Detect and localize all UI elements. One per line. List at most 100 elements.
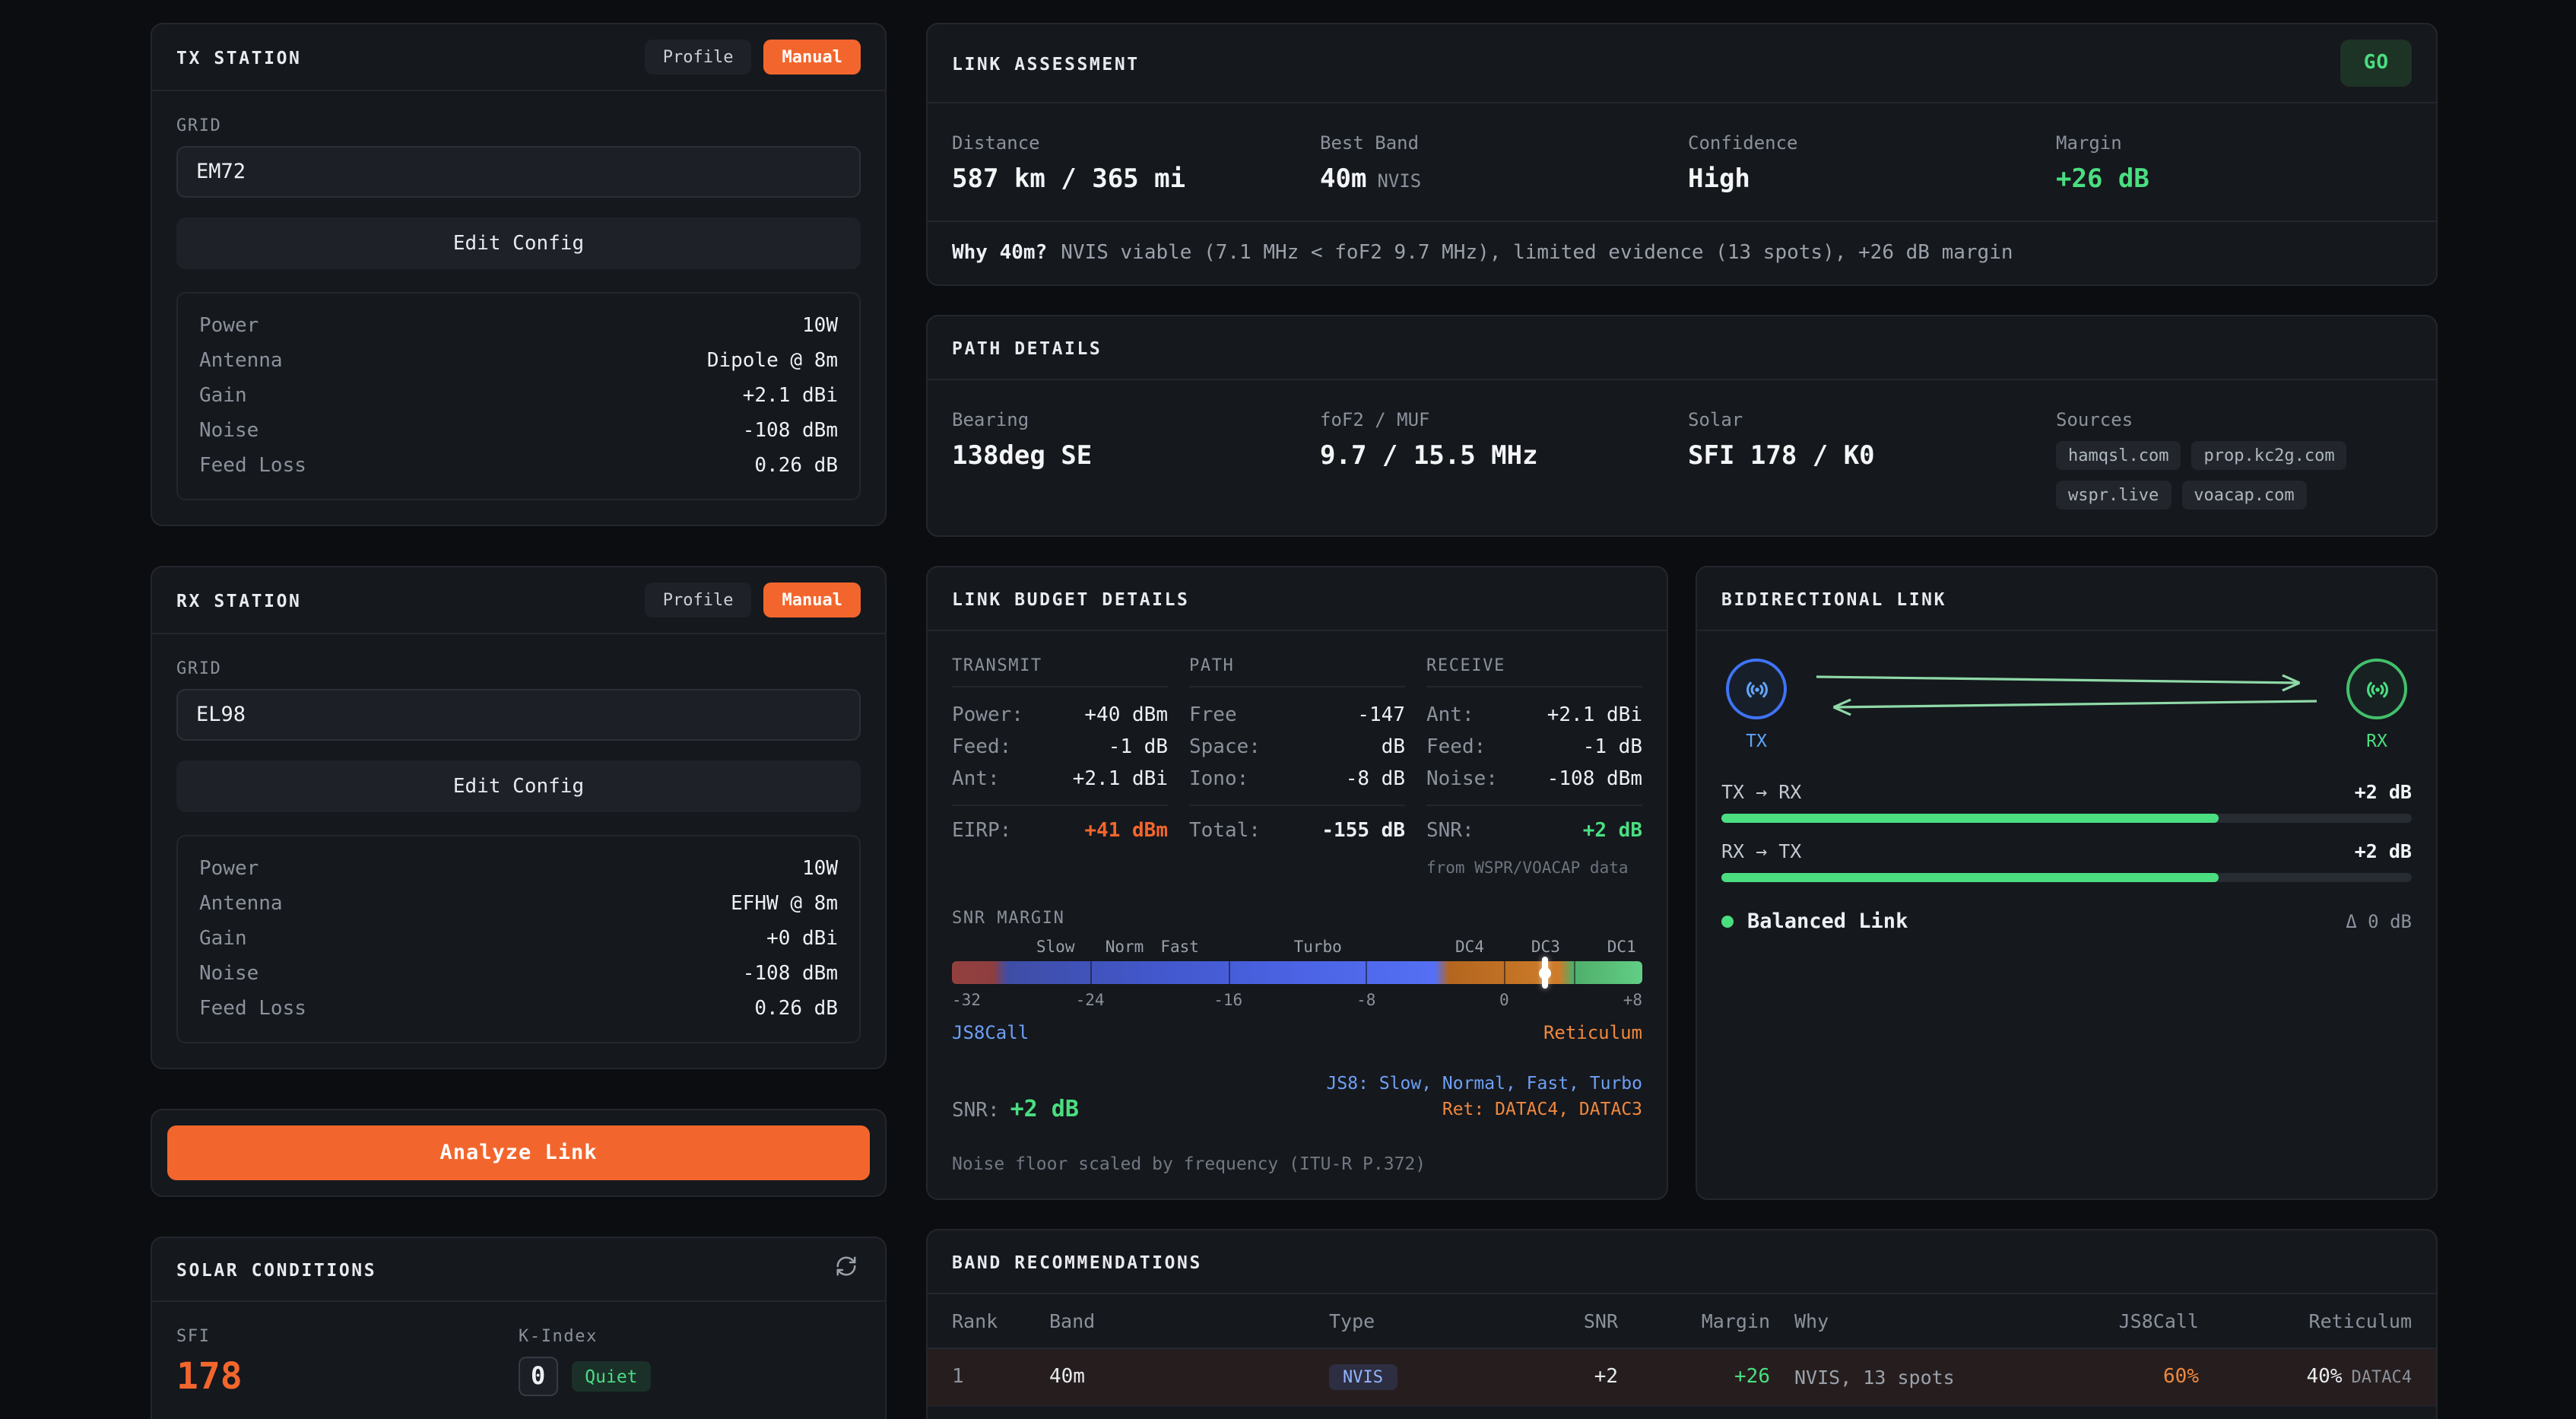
tx-node: TX <box>1721 659 1791 751</box>
snr-margin-section: SNR MARGIN Slow Norm Fast Turbo DC4 DC3 … <box>952 908 1642 1043</box>
band-recommendations-title: BAND RECOMMENDATIONS <box>952 1251 1202 1272</box>
spec-value: 0.26 dB <box>754 992 838 1027</box>
snr-marker[interactable] <box>1543 957 1549 989</box>
nvis-badge: NVIS <box>1329 1364 1397 1390</box>
rx-spec-list: Power 10W Antenna EFHW @ 8m Gain +0 dBi … <box>176 835 861 1043</box>
mode-label: Turbo <box>1294 938 1342 957</box>
tx-radio-icon <box>1726 659 1787 719</box>
snr-tick <box>1090 961 1092 984</box>
budget-row: Noise:-108 dBm <box>1426 763 1642 795</box>
mode-label: Norm <box>1106 938 1144 957</box>
source-badge: voacap.com <box>2181 481 2306 510</box>
k-index-value: 0 <box>519 1357 557 1396</box>
cell-reticulum: 40%DATAC4 <box>2199 1366 2412 1389</box>
mode-availability: JS8: Slow, Normal, Fast, Turbo Ret: DATA… <box>1327 1071 1642 1122</box>
budget-label: Free Space: <box>1189 700 1312 763</box>
go-button[interactable]: GO <box>2341 40 2412 87</box>
tx-manual-button[interactable]: Manual <box>764 40 861 75</box>
band-row-2[interactable]: 2 40m NVIS -19 +5 NVIS, model predicts g… <box>928 1407 2436 1419</box>
budget-label: EIRP: <box>952 815 1011 847</box>
stat-label: Solar <box>1688 409 2044 430</box>
ret-mode: DATAC4 <box>2352 1367 2413 1387</box>
link-label: RX → TX <box>1721 840 1801 862</box>
scale-label: -32 <box>952 992 981 1010</box>
bidirectional-body: TX <box>1697 631 2436 958</box>
col-js8call: JS8Call <box>2019 1309 2199 1332</box>
stat-label: Distance <box>952 132 1308 154</box>
rx-edit-config-button[interactable]: Edit Config <box>176 760 861 812</box>
rx-node-label: RX <box>2366 730 2387 751</box>
tx-mode-toggle: Profile Manual <box>645 40 861 75</box>
distance-stat: Distance 587 km / 365 mi <box>952 132 1308 195</box>
solar-header: SOLAR CONDITIONS <box>152 1238 885 1302</box>
spec-row: Antenna EFHW @ 8m <box>199 887 838 922</box>
stat-label: Best Band <box>1320 132 1676 154</box>
spec-label: Antenna <box>199 344 283 379</box>
snr-tick <box>1228 961 1229 984</box>
tx-edit-config-button[interactable]: Edit Config <box>176 217 861 269</box>
budget-value: -1 dB <box>1583 732 1642 763</box>
band-suffix: NVIS <box>1377 170 1421 192</box>
budget-row: Feed:-1 dB <box>952 732 1168 763</box>
budget-label: Feed: <box>1426 732 1486 763</box>
band-row-1[interactable]: 1 40m NVIS +2 +26 NVIS, 13 spots 60% 40%… <box>928 1349 2436 1407</box>
link-progress-fill <box>1721 814 2219 823</box>
tx-profile-button[interactable]: Profile <box>645 40 752 75</box>
bidirectional-title: BIDIRECTIONAL LINK <box>1721 588 1946 609</box>
k-status-badge: Quiet <box>571 1361 651 1392</box>
budget-label: Ant: <box>952 763 1000 795</box>
rx-node: RX <box>2342 659 2412 751</box>
budget-value: -1 dB <box>1109 732 1168 763</box>
cell-band: 40m <box>1049 1366 1329 1389</box>
snr-readout: SNR:+2 dB <box>952 1095 1079 1122</box>
budget-columns: TRANSMIT Power:+40 dBm Feed:-1 dB Ant:+2… <box>952 656 1642 878</box>
spec-value: +0 dBi <box>766 922 838 957</box>
snr-total-row: SNR:+2 dB <box>1426 805 1642 847</box>
tx-node-label: TX <box>1746 730 1767 751</box>
link-progress-fill <box>1721 873 2219 882</box>
link-progress-track <box>1721 814 2412 823</box>
receive-column: RECEIVE Ant:+2.1 dBi Feed:-1 dB Noise:-1… <box>1426 656 1642 878</box>
link-label: TX → RX <box>1721 780 1801 803</box>
link-head: RX → TX +2 dB <box>1721 840 2412 862</box>
spec-row: Gain +0 dBi <box>199 922 838 957</box>
rx-station-title: RX STATION <box>176 589 302 611</box>
refresh-button[interactable] <box>830 1254 861 1284</box>
stat-label: Margin <box>2056 132 2412 154</box>
budget-label: Total: <box>1189 815 1261 847</box>
snr-label: SNR: <box>952 1100 1000 1122</box>
rx-grid-input[interactable] <box>176 689 861 741</box>
source-badge: wspr.live <box>2056 481 2171 510</box>
k-index-stat: K-Index 0 Quiet <box>519 1326 861 1398</box>
band-value: 40m <box>1320 164 1366 195</box>
fof2-muf-value: 9.7 / 15.5 MHz <box>1320 441 1676 471</box>
snr-tick <box>1573 961 1575 984</box>
rx-radio-icon <box>2346 659 2407 719</box>
stat-label: Confidence <box>1688 132 2044 154</box>
margin-stat: Margin +26 dB <box>2056 132 2412 195</box>
budget-label: Noise: <box>1426 763 1498 795</box>
rx-manual-button[interactable]: Manual <box>764 583 861 617</box>
solar-title: SOLAR CONDITIONS <box>176 1259 376 1280</box>
tx-spec-list: Power 10W Antenna Dipole @ 8m Gain +2.1 … <box>176 292 861 500</box>
rx-station-body: GRID Edit Config Power 10W Antenna EFHW … <box>152 634 885 1068</box>
bidirectional-header: BIDIRECTIONAL LINK <box>1697 567 2436 631</box>
radio-diagram: TX <box>1721 656 2412 763</box>
transmit-header: TRANSMIT <box>952 656 1168 687</box>
sfi-label: SFI <box>176 1326 519 1346</box>
best-band-value: 40m NVIS <box>1320 164 1676 195</box>
solar-stat-value: SFI 178 / K0 <box>1688 441 2044 471</box>
snr-summary-row: SNR:+2 dB JS8: Slow, Normal, Fast, Turbo… <box>952 1071 1642 1122</box>
budget-row: Power:+40 dBm <box>952 700 1168 732</box>
tx-grid-label: GRID <box>176 116 861 135</box>
analyze-link-button[interactable]: Analyze Link <box>167 1125 870 1180</box>
tx-station-header: TX STATION Profile Manual <box>152 24 885 91</box>
middle-grid: LINK BUDGET DETAILS TRANSMIT Power:+40 d… <box>926 566 2438 1200</box>
rx-profile-button[interactable]: Profile <box>645 583 752 617</box>
path-header: PATH <box>1189 656 1405 687</box>
tx-grid-input[interactable] <box>176 146 861 198</box>
k-index-row: 0 Quiet <box>519 1357 861 1396</box>
spec-value: Dipole @ 8m <box>707 344 838 379</box>
band-table: Rank Band Type SNR Margin Why JS8Call Re… <box>928 1294 2436 1419</box>
spec-label: Noise <box>199 414 259 449</box>
